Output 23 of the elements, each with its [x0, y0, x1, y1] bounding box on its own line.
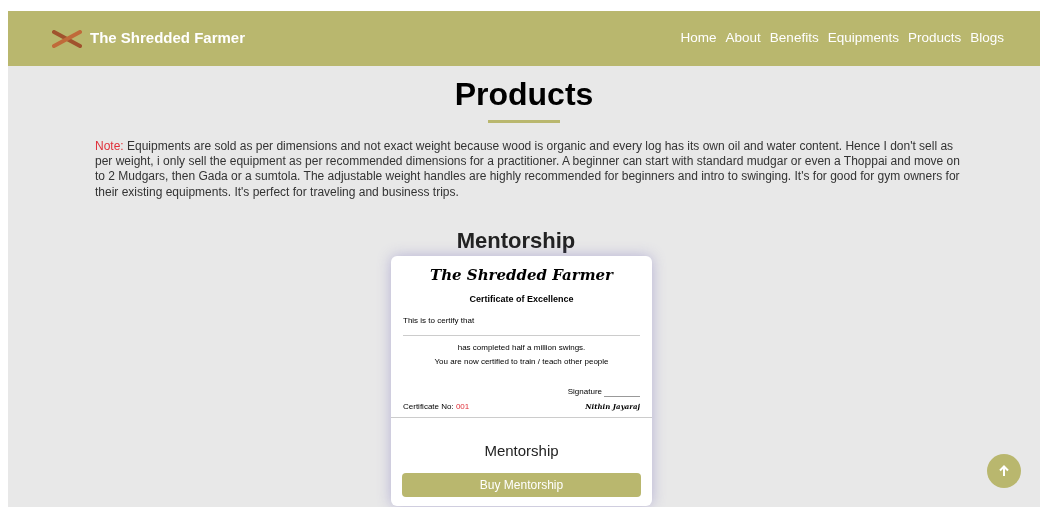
signature-label: Signature: [567, 386, 602, 398]
page-title: Products: [453, 75, 595, 114]
note-paragraph: Note: Equipments are sold as per dimensions and not exact weight because wood is organic and every log has its own oil and water content. Hence I don't sell as per weight, i only sell the equipment as per recommended dimensions for a practitioner. A beginner can start with standard mudgar or even a Thoppai and move on to 2 Mudgars, then Gada or a sumtola. The adjustable weight handles are highly recommended for beginners and intro to swinging. It's for good for gym owners for their existing equipments. It's perfect for traveling and business trips.: [95, 139, 960, 200]
brand-link[interactable]: The Shredded Farmer: [90, 27, 246, 50]
certificate-text: You are now certified to train / teach other people: [433, 356, 610, 368]
buy-button[interactable]: Buy Mentorship: [402, 472, 641, 497]
section-title: Mentorship: [455, 226, 577, 255]
product-name: Mentorship: [483, 441, 560, 461]
title-underline: [488, 120, 560, 123]
certificate-heading: Certificate of Excellence: [468, 292, 575, 306]
nav-link[interactable]: About: [725, 28, 761, 49]
nav-link[interactable]: Blogs: [970, 28, 1004, 49]
crossed-clubs-icon: [52, 29, 82, 48]
certificate-text: has completed half a million swings.: [456, 342, 587, 354]
certificate-logo: The Shredded Farmer: [429, 265, 615, 286]
certificate-number: Certificate No: 001: [403, 401, 470, 413]
nav-link[interactable]: Equipments: [827, 28, 899, 49]
certificate-text: This is to certify that: [403, 315, 476, 327]
arrow-up-icon: [999, 465, 1009, 477]
nav-link[interactable]: Home: [680, 28, 717, 49]
nav-link[interactable]: Benefits: [769, 28, 819, 49]
nav-link[interactable]: Products: [907, 28, 962, 49]
scroll-top-button[interactable]: [987, 454, 1021, 488]
